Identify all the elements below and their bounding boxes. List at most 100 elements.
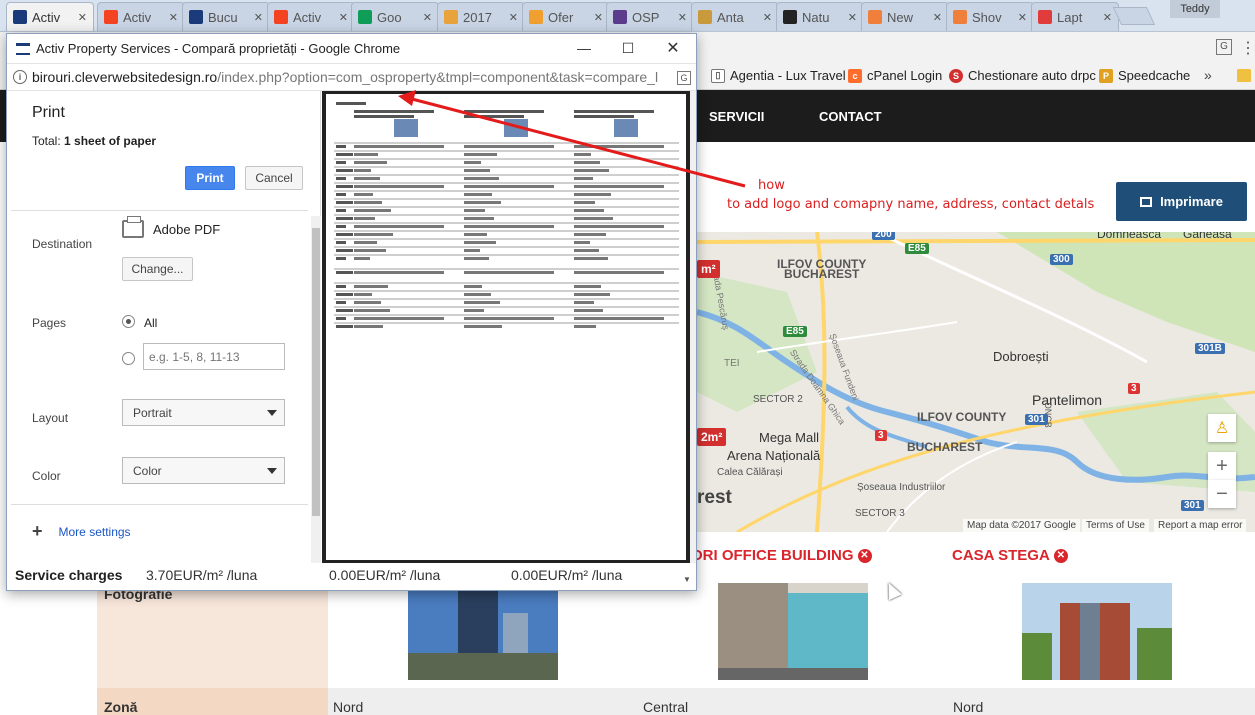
map-label: ILFOV COUNTY [917, 410, 1007, 424]
scrollbar-thumb[interactable] [312, 228, 320, 516]
preview-text-line [354, 201, 382, 204]
close-tab-icon[interactable]: ✕ [78, 11, 87, 24]
print-total: Total: 1 sheet of paper [32, 134, 156, 148]
tab-title: Natu [802, 9, 830, 25]
tab-3[interactable]: Bucu ✕ [182, 2, 270, 31]
tab-10[interactable]: Natu ✕ [776, 2, 864, 31]
close-tab-icon[interactable]: ✕ [339, 11, 348, 24]
maximize-icon[interactable]: ☐ [617, 38, 639, 58]
map-background [697, 232, 1255, 532]
preview-text-line [464, 185, 554, 188]
close-tab-icon[interactable]: ✕ [254, 11, 263, 24]
preview-text-line [336, 225, 346, 228]
tab-2[interactable]: Activ ✕ [97, 2, 185, 31]
close-tab-icon[interactable]: ✕ [678, 11, 687, 24]
close-icon[interactable]: ✕ [662, 38, 684, 58]
close-tab-icon[interactable]: ✕ [848, 11, 857, 24]
translate-icon[interactable]: G [677, 71, 691, 85]
plus-icon: + [32, 521, 43, 541]
preview-text-line [336, 271, 353, 274]
property-title[interactable]: CASA STEGA ✕ [952, 547, 1068, 564]
pages-all-radio[interactable] [122, 315, 135, 328]
road-badge: 3 [875, 430, 887, 441]
bookmark-item[interactable]: P Speedcache [1099, 68, 1190, 83]
map-marker[interactable]: m² [697, 260, 720, 278]
tab-5[interactable]: Goo ✕ [351, 2, 439, 31]
close-tab-icon[interactable]: ✕ [509, 11, 518, 24]
tab-6[interactable]: 2017 ✕ [437, 2, 525, 31]
report-map-error-link[interactable]: Report a map error [1154, 519, 1247, 532]
pages-custom-radio[interactable] [122, 352, 135, 365]
preview-text-line [336, 145, 346, 148]
tab-strip: Activ ✕ Activ ✕ Bucu ✕ Activ ✕ Goo ✕ 2017 ✕ Ofer ✕ OSP… [0, 0, 1255, 32]
minimize-icon[interactable]: — [573, 38, 595, 58]
more-settings-link[interactable]: + More settings [32, 521, 131, 542]
tab-13[interactable]: Lapt ✕ [1031, 2, 1119, 31]
tab-4[interactable]: Activ ✕ [267, 2, 355, 31]
address-bar[interactable]: i birouri.cleverwebsitedesign.ro/index.p… [7, 63, 696, 91]
remove-icon[interactable]: ✕ [857, 548, 872, 563]
preview-text-line [354, 110, 434, 113]
tab-12[interactable]: Shov ✕ [946, 2, 1034, 31]
divider [11, 210, 308, 211]
imprimare-button[interactable]: Imprimare [1116, 182, 1247, 221]
map-label: Șoseaua Industriilor [857, 482, 946, 493]
close-tab-icon[interactable]: ✕ [594, 11, 603, 24]
new-tab-button[interactable] [1112, 7, 1156, 25]
nav-contact[interactable]: CONTACT [819, 109, 882, 124]
close-tab-icon[interactable]: ✕ [933, 11, 942, 24]
preview-text-line [574, 241, 590, 244]
close-tab-icon[interactable]: ✕ [763, 11, 772, 24]
zoom-in-button[interactable]: + [1208, 452, 1236, 480]
tab-11[interactable]: New ✕ [861, 2, 949, 31]
remove-icon[interactable]: ✕ [1053, 548, 1068, 563]
close-tab-icon[interactable]: ✕ [1018, 11, 1027, 24]
google-map[interactable]: Domnească Ganeasa ILFOV COUNTY BUCHAREST… [697, 232, 1255, 532]
info-icon[interactable]: i [13, 70, 27, 84]
joomla-icon [104, 10, 118, 24]
tab-title: Ofer [548, 9, 574, 25]
layout-select[interactable]: Portrait [122, 399, 285, 426]
tab-9[interactable]: Anta ✕ [691, 2, 779, 31]
nav-servicii[interactable]: SERVICII [709, 109, 764, 124]
print-preview-area [322, 91, 690, 563]
close-tab-icon[interactable]: ✕ [423, 11, 432, 24]
preview-text-line [336, 153, 353, 156]
print-button[interactable]: Print [185, 166, 235, 190]
terms-link[interactable]: Terms of Use [1082, 519, 1149, 532]
chevron-right-icon[interactable]: » [1204, 67, 1212, 83]
preview-row-rule [334, 246, 679, 248]
color-select[interactable]: Color [122, 457, 285, 484]
pegman-icon[interactable]: ♙ [1208, 414, 1236, 442]
menu-icon[interactable]: ⋮ [1240, 38, 1255, 58]
bookmark-item[interactable]: c cPanel Login [848, 68, 942, 83]
preview-row-rule [334, 282, 679, 284]
tab-8[interactable]: OSP ✕ [606, 2, 694, 31]
settings-scrollbar[interactable] [311, 216, 321, 563]
close-tab-icon[interactable]: ✕ [1103, 11, 1112, 24]
preview-text-line [464, 257, 489, 260]
cancel-button[interactable]: Cancel [245, 166, 303, 190]
pages-input[interactable] [143, 343, 285, 370]
zoom-out-button[interactable]: − [1208, 480, 1236, 508]
change-destination-button[interactable]: Change... [122, 257, 193, 281]
zona-value: Nord [333, 699, 364, 715]
bookmark-item[interactable]: ▯ Agentia - Lux Travel [711, 68, 846, 83]
bookmark-item[interactable]: S Chestionare auto drpc [949, 68, 1096, 83]
dropdown-caret-icon [267, 468, 277, 474]
map-marker[interactable]: 2m² [697, 428, 727, 446]
scroll-down-icon[interactable]: ▼ [683, 575, 691, 584]
property-title[interactable]: ORI OFFICE BUILDING ✕ [691, 547, 872, 564]
preview-text-line [464, 110, 544, 113]
pages-all-label: All [144, 316, 158, 330]
close-tab-icon[interactable]: ✕ [169, 11, 178, 24]
joomla-icon [613, 10, 627, 24]
stop-sign-icon: S [949, 68, 963, 83]
tab-1[interactable]: Activ ✕ [6, 2, 94, 31]
preview-text-line [354, 249, 386, 252]
folder-icon[interactable] [1237, 69, 1251, 82]
tab-7[interactable]: Ofer ✕ [522, 2, 610, 31]
profile-button[interactable]: Teddy [1170, 0, 1220, 18]
window-scrollbar[interactable] [690, 91, 696, 563]
translate-icon[interactable]: G [1216, 39, 1232, 55]
